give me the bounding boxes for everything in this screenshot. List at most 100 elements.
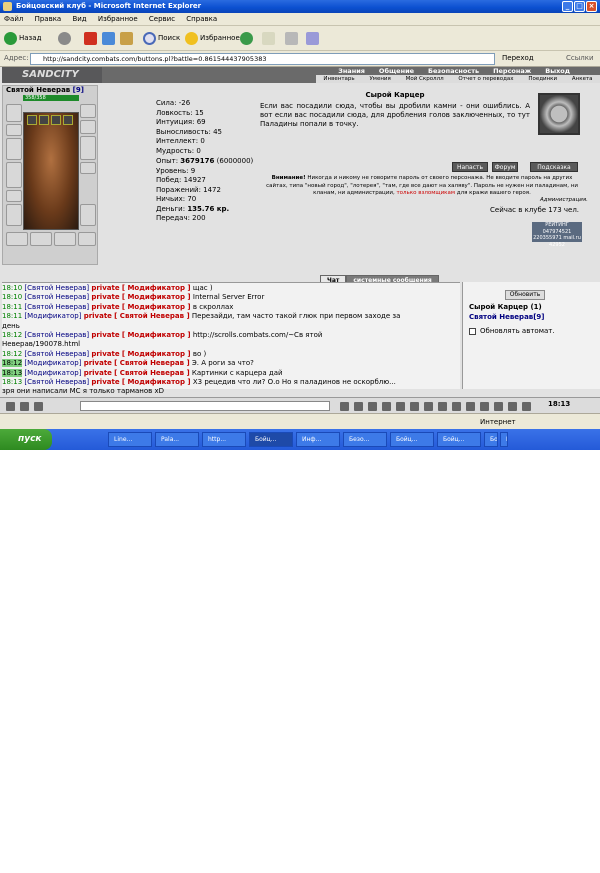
history-button[interactable]: [240, 31, 255, 46]
helmet-slot[interactable]: [6, 104, 22, 122]
start-button[interactable]: пуск: [0, 429, 52, 450]
history-icon[interactable]: [424, 402, 433, 411]
mail-icon[interactable]: [508, 402, 517, 411]
forward-button[interactable]: [58, 31, 73, 46]
clear-icon[interactable]: [354, 402, 363, 411]
menu-help[interactable]: Справка: [186, 15, 217, 23]
message-sender[interactable]: [Модификатор]: [24, 359, 81, 367]
translit-icon[interactable]: [382, 402, 391, 411]
sound-icon[interactable]: [396, 402, 405, 411]
amulet-slot[interactable]: [6, 124, 22, 136]
refresh-button[interactable]: [102, 31, 117, 46]
send-icon[interactable]: [340, 402, 349, 411]
hint-button[interactable]: Подсказка: [530, 162, 578, 172]
message-sender[interactable]: [Святой Неверав]: [24, 284, 89, 292]
taskbar-item-active[interactable]: Бойц...: [249, 432, 293, 447]
go-button[interactable]: Переход: [502, 54, 534, 62]
message-recipient[interactable]: [ Модификатор ]: [122, 331, 191, 339]
mail-button[interactable]: [262, 31, 277, 46]
settings-icon[interactable]: [410, 402, 419, 411]
forum-button[interactable]: Форум: [492, 162, 518, 172]
exit-icon[interactable]: [522, 402, 531, 411]
armor-slot[interactable]: [6, 162, 22, 188]
taskbar-item[interactable]: Pala...: [155, 432, 199, 447]
message-sender[interactable]: [Святой Неверав]: [24, 331, 89, 339]
menu-tools[interactable]: Сервис: [149, 15, 175, 23]
message-sender[interactable]: [Святой Неверав]: [24, 350, 89, 358]
taskbar-item[interactable]: Line...: [108, 432, 152, 447]
belt-slot[interactable]: [6, 190, 22, 202]
maximize-button[interactable]: □: [574, 1, 585, 12]
menu-edit[interactable]: Правка: [35, 15, 62, 23]
taskbar-item[interactable]: Инф...: [296, 432, 340, 447]
character-name[interactable]: Святой Неверав [9]: [6, 86, 84, 94]
nav-knowledge[interactable]: Знания: [338, 67, 365, 75]
taskbar-item[interactable]: http...: [202, 432, 246, 447]
nav-transfers[interactable]: Отчет о переводах: [458, 75, 513, 83]
nav-inventory[interactable]: Инвентарь: [323, 75, 354, 83]
address-input[interactable]: http://sandcity.combats.com/buttons.pl?b…: [30, 53, 495, 65]
attack-button[interactable]: Напасть: [452, 162, 488, 172]
stop-button[interactable]: [84, 31, 99, 46]
shield-slot[interactable]: [80, 136, 96, 160]
chat-input[interactable]: [80, 401, 330, 411]
nav-skills[interactable]: Умения: [369, 75, 390, 83]
earrings-slot[interactable]: [80, 104, 96, 118]
scroll-slot[interactable]: [30, 232, 52, 246]
nav-profile[interactable]: Анкета: [572, 75, 593, 83]
print-button[interactable]: [285, 31, 300, 46]
message-recipient[interactable]: [ Модификатор ]: [122, 303, 191, 311]
taskbar-item[interactable]: Бойц...: [390, 432, 434, 447]
refresh-button[interactable]: Обновить: [505, 290, 545, 300]
chat-mode-icon[interactable]: [6, 402, 15, 411]
home-button[interactable]: [120, 31, 135, 46]
character-portrait[interactable]: [23, 112, 79, 230]
pants-slot[interactable]: [6, 204, 22, 226]
message-recipient[interactable]: [ Модификатор ]: [122, 350, 191, 358]
scroll-slot[interactable]: [6, 232, 28, 246]
minimize-button[interactable]: _: [562, 1, 573, 12]
message-recipient[interactable]: [ Святой Неверав ]: [114, 312, 190, 320]
message-sender[interactable]: [Святой Неверав]: [24, 303, 89, 311]
message-recipient[interactable]: [ Святой Неверав ]: [114, 369, 190, 377]
auto-refresh-checkbox[interactable]: Обновлять автомат.: [469, 327, 555, 335]
message-recipient[interactable]: [ Модификатор ]: [122, 293, 191, 301]
search-button[interactable]: Поиск: [143, 31, 180, 46]
message-recipient[interactable]: [ Модификатор ]: [122, 284, 191, 292]
fight-icon[interactable]: [480, 402, 489, 411]
location-image[interactable]: [538, 93, 580, 135]
gloves-slot[interactable]: [80, 120, 96, 134]
nav-communication[interactable]: Общение: [379, 67, 414, 75]
taskbar-item[interactable]: Бойц...: [437, 432, 481, 447]
message-sender[interactable]: [Модификатор]: [24, 369, 81, 377]
scroll-slot[interactable]: [78, 232, 96, 246]
message-sender[interactable]: [Святой Неверав]: [24, 293, 89, 301]
menu-file[interactable]: Файл: [4, 15, 23, 23]
taskbar-item[interactable]: Бойц...: [484, 432, 498, 447]
message-recipient[interactable]: [ Модификатор ]: [122, 378, 191, 386]
message-sender[interactable]: [Модификатор]: [24, 312, 81, 320]
help-icon[interactable]: [466, 402, 475, 411]
nav-battles[interactable]: Поединки: [528, 75, 557, 83]
close-button[interactable]: ×: [586, 1, 597, 12]
boots-slot[interactable]: [80, 204, 96, 226]
menu-view[interactable]: Вид: [72, 15, 86, 23]
back-button[interactable]: Назад: [4, 31, 41, 46]
nav-character[interactable]: Персонаж: [493, 67, 531, 75]
edit-button[interactable]: [306, 31, 321, 46]
menu-icon[interactable]: [452, 402, 461, 411]
filter-icon[interactable]: [438, 402, 447, 411]
rating-counter[interactable]: РЕЙТИНГ 047974521 220355971 mail.ru 4295…: [532, 222, 582, 248]
message-sender[interactable]: [Святой Неверав]: [24, 378, 89, 386]
chat-smiley-icon[interactable]: [34, 402, 43, 411]
taskbar-item[interactable]: Безо...: [343, 432, 387, 447]
room-user[interactable]: Святой Неверав[9]: [469, 313, 545, 321]
nav-exit[interactable]: Выход: [545, 67, 570, 75]
message-recipient[interactable]: [ Святой Неверав ]: [114, 359, 190, 367]
weapon-slot[interactable]: [6, 138, 22, 160]
map-icon[interactable]: [494, 402, 503, 411]
links-button[interactable]: Ссылки: [566, 54, 594, 62]
menu-favorites[interactable]: Избранное: [98, 15, 138, 23]
smiles-icon[interactable]: [368, 402, 377, 411]
nav-my-scroll[interactable]: Мой Скроллл: [406, 75, 444, 83]
